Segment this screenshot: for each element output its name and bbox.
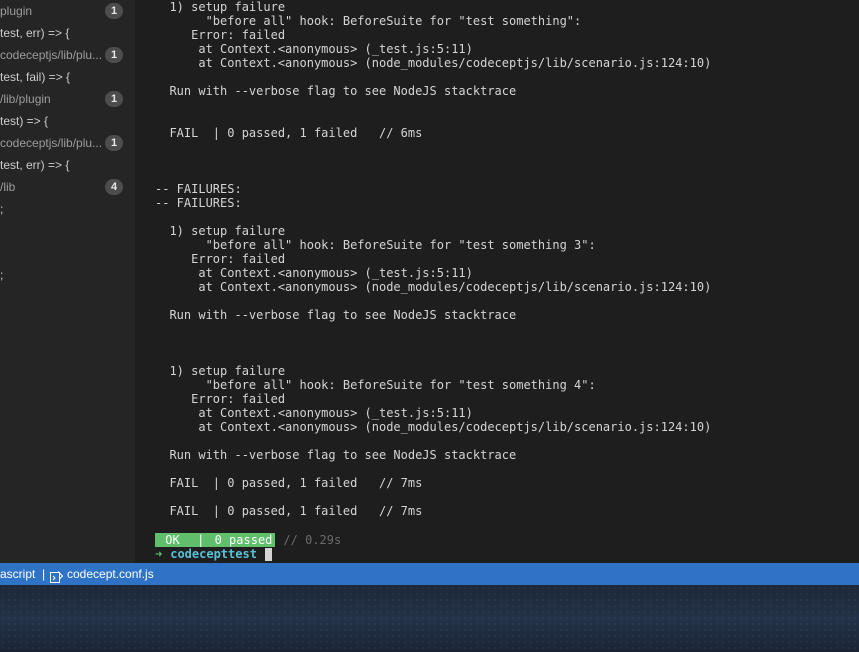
match-count-badge: 4: [105, 179, 123, 195]
terminal-line: 1) setup failure: [155, 0, 286, 14]
terminal-line: Run with --verbose flag to see NodeJS st…: [155, 84, 517, 98]
terminal-output: 1) setup failure "before all" hook: Befo…: [155, 0, 711, 518]
terminal-line: at Context.<anonymous> (node_modules/cod…: [155, 280, 712, 294]
terminal-line: at Context.<anonymous> (_test.js:5:11): [155, 406, 473, 420]
match-count-badge: 1: [105, 3, 123, 19]
terminal-cursor: [264, 547, 272, 561]
desktop-background: [0, 585, 859, 652]
search-match-item[interactable]: test, err) => {: [0, 154, 135, 176]
search-match-item[interactable]: test) => {: [0, 110, 135, 132]
status-file[interactable]: codecept.conf.js: [50, 563, 154, 585]
terminal-line: -- FAILURES:: [155, 196, 242, 210]
search-item-label: codeceptjs/lib/plu...: [0, 48, 103, 62]
terminal-line: -- FAILURES:: [155, 182, 242, 196]
search-item-label: test) => {: [0, 114, 49, 128]
prompt-arrow-icon: ➜: [155, 547, 163, 561]
search-item-label: plugin: [0, 4, 33, 18]
status-file-name: codecept.conf.js: [67, 567, 154, 581]
summary-separator: |: [189, 533, 212, 547]
match-count-badge: 1: [105, 91, 123, 107]
search-item-label: codeceptjs/lib/plu...: [0, 136, 103, 150]
terminal-line: FAIL | 0 passed, 1 failed // 7ms: [155, 504, 423, 518]
status-separator: |: [42, 567, 46, 581]
run-duration: // 0.29s: [283, 533, 342, 547]
terminal-line: "before all" hook: BeforeSuite for "test…: [155, 378, 596, 392]
terminal-line: "before all" hook: BeforeSuite for "test…: [155, 14, 582, 28]
terminal-panel[interactable]: 1) setup failure "before all" hook: Befo…: [135, 0, 859, 563]
match-count-badge: 1: [105, 47, 123, 63]
search-file-item[interactable]: /lib/plugin 1: [0, 88, 135, 110]
search-item-label: ;: [0, 202, 4, 216]
search-match-item[interactable]: ;: [0, 264, 135, 286]
terminal-line: at Context.<anonymous> (_test.js:5:11): [155, 266, 473, 280]
desktop-texture: [0, 585, 859, 652]
ok-badge: OK: [155, 533, 190, 547]
search-file-item[interactable]: /lib 4: [0, 176, 135, 198]
search-file-item[interactable]: codeceptjs/lib/plu... 1: [0, 132, 135, 154]
search-item-label: test, fail) => {: [0, 70, 71, 84]
terminal-line: 1) setup failure: [155, 224, 286, 238]
terminal-line: 1) setup failure: [155, 364, 286, 378]
terminal-line: at Context.<anonymous> (node_modules/cod…: [155, 56, 712, 70]
search-match-item[interactable]: test, fail) => {: [0, 66, 135, 88]
search-file-item[interactable]: codeceptjs/lib/plu... 1: [0, 44, 135, 66]
match-count-badge: 1: [105, 135, 123, 151]
terminal-line: FAIL | 0 passed, 1 failed // 6ms: [155, 126, 423, 140]
terminal-line: at Context.<anonymous> (node_modules/cod…: [155, 420, 712, 434]
passed-count: 0 passed: [211, 533, 276, 547]
file-code-icon: [50, 568, 64, 583]
test-summary-bar: OK | 0 passed // 0.29s: [155, 533, 341, 547]
search-file-item[interactable]: plugin 1: [0, 0, 135, 22]
terminal-line: Error: failed: [155, 252, 286, 266]
terminal-line: Error: failed: [155, 392, 286, 406]
terminal-line: Run with --verbose flag to see NodeJS st…: [155, 448, 517, 462]
shell-prompt[interactable]: ➜ codecepttest: [155, 547, 272, 561]
search-match-item[interactable]: ;: [0, 198, 135, 220]
search-item-label: test, err) => {: [0, 26, 70, 40]
search-match-item[interactable]: test, err) => {: [0, 22, 135, 44]
terminal-line: Run with --verbose flag to see NodeJS st…: [155, 308, 517, 322]
status-bar: ascript | codecept.conf.js: [0, 563, 859, 585]
prompt-directory: codecepttest: [170, 547, 257, 561]
terminal-line: at Context.<anonymous> (_test.js:5:11): [155, 42, 473, 56]
search-item-label: /lib: [0, 180, 16, 194]
search-item-label: test, err) => {: [0, 158, 70, 172]
search-results-sidebar: plugin 1 test, err) => { codeceptjs/lib/plu…: [0, 0, 135, 563]
status-language[interactable]: ascript: [0, 563, 35, 585]
search-item-label: ;: [0, 268, 4, 282]
search-match-item[interactable]: [0, 220, 135, 242]
terminal-line: "before all" hook: BeforeSuite for "test…: [155, 238, 596, 252]
search-match-item[interactable]: [0, 242, 135, 264]
terminal-line: Error: failed: [155, 28, 286, 42]
terminal-line: FAIL | 0 passed, 1 failed // 7ms: [155, 476, 423, 490]
search-item-label: /lib/plugin: [0, 92, 51, 106]
